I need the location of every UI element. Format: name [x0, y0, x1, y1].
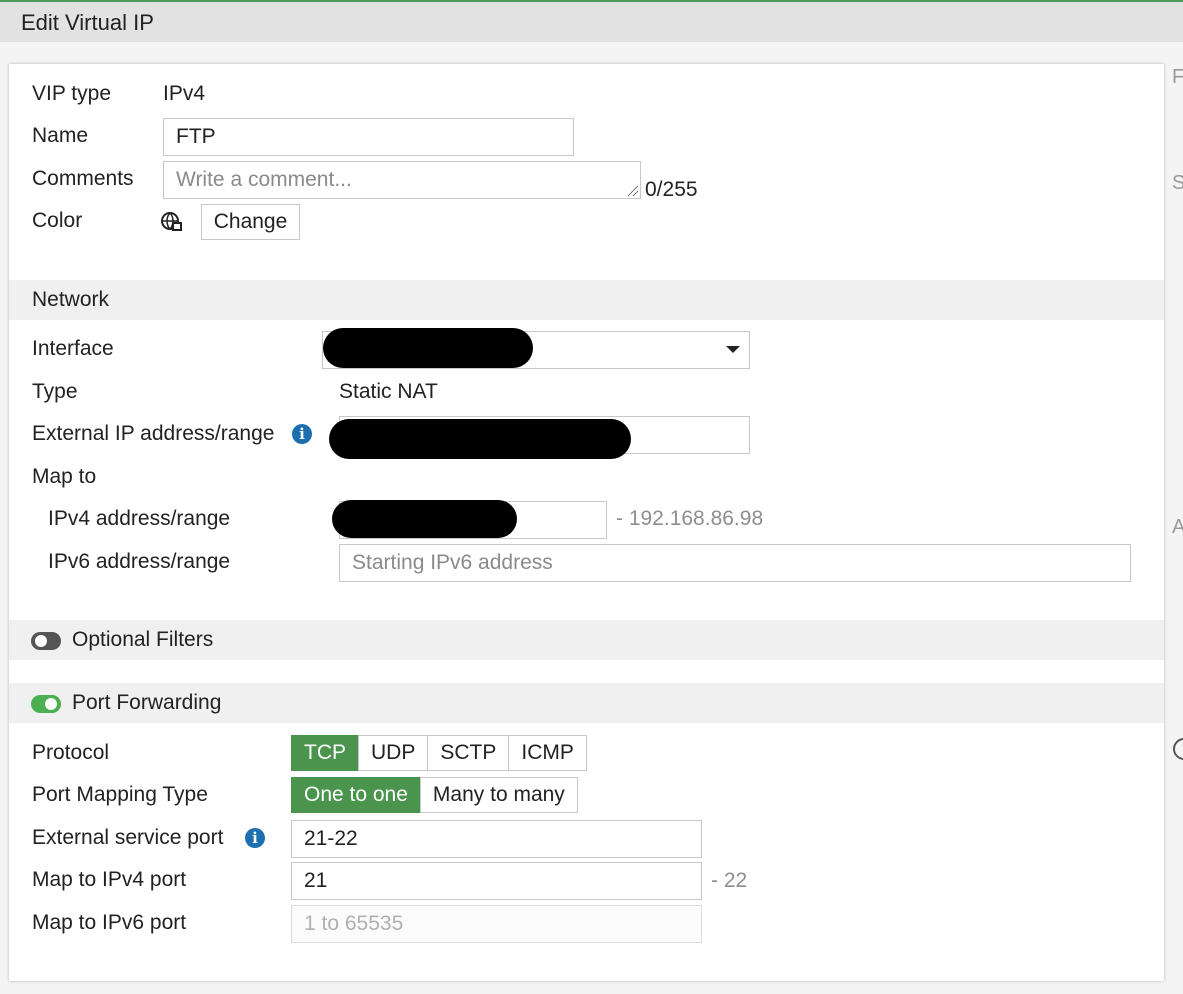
chevron-down-icon: [726, 346, 740, 353]
right-panel-fragment-1: F: [1172, 66, 1183, 88]
map-ipv6-port-label: Map to IPv6 port: [32, 911, 187, 934]
protocol-option-udp[interactable]: UDP: [358, 735, 429, 771]
map-ipv6-port-input[interactable]: 1 to 65535: [291, 905, 702, 943]
ipv4-range-end: - 192.168.86.98: [616, 507, 764, 530]
port-forwarding-section: Port Forwarding: [9, 683, 1164, 723]
external-port-info-icon[interactable]: i: [245, 828, 265, 848]
edit-vip-form: VIP type IPv4 Name FTP Comments Write a …: [9, 64, 1164, 981]
map-ipv4-port-label: Map to IPv4 port: [32, 868, 187, 891]
map-ipv4-port-end: - 22: [711, 869, 748, 892]
mapping-option-one-to-one[interactable]: One to one: [291, 777, 421, 813]
dialog-header: Edit Virtual IP: [0, 0, 1183, 42]
protocol-option-tcp[interactable]: TCP: [291, 735, 359, 771]
ipv4-range-label: IPv4 address/range: [48, 507, 231, 530]
vip-type-label: VIP type: [32, 82, 111, 105]
map-ipv4-port-input[interactable]: 21: [291, 862, 702, 900]
comments-placeholder: Write a comment...: [176, 168, 352, 191]
optional-filters-section: Optional Filters: [9, 620, 1164, 660]
vip-type-value: IPv4: [163, 82, 206, 105]
mapping-option-many-to-many[interactable]: Many to many: [419, 777, 578, 813]
protocol-selector: TCP UDP SCTP ICMP: [291, 735, 587, 771]
port-mapping-selector: One to one Many to many: [291, 777, 578, 813]
map-to-label: Map to: [32, 465, 97, 488]
network-section-title: Network: [32, 288, 110, 311]
type-value: Static NAT: [339, 380, 438, 403]
dialog-title: Edit Virtual IP: [21, 10, 154, 35]
external-service-port-label: External service port: [32, 826, 224, 849]
ipv6-range-input[interactable]: Starting IPv6 address: [339, 544, 1131, 582]
network-section-header: Network: [9, 280, 1164, 320]
color-swatch-icon: [161, 212, 182, 231]
comments-counter: 0/255: [645, 178, 698, 201]
comments-label: Comments: [32, 167, 134, 190]
right-panel-circle-icon: [1173, 738, 1183, 760]
color-label: Color: [32, 209, 83, 232]
optional-filters-title: Optional Filters: [72, 628, 214, 651]
redacted-interface: [323, 328, 533, 368]
right-panel-fragment-3: A: [1172, 516, 1183, 538]
external-service-port-input[interactable]: 21-22: [291, 820, 702, 858]
redacted-ipv4: [332, 500, 517, 538]
redacted-external-ip: [329, 419, 631, 459]
port-forwarding-title: Port Forwarding: [72, 691, 222, 714]
optional-filters-toggle[interactable]: [31, 632, 61, 650]
ipv6-range-label: IPv6 address/range: [48, 550, 231, 573]
external-ip-info-icon[interactable]: i: [292, 424, 312, 444]
change-color-button[interactable]: Change: [201, 204, 300, 240]
protocol-option-icmp[interactable]: ICMP: [508, 735, 587, 771]
port-mapping-type-label: Port Mapping Type: [32, 783, 208, 806]
name-input[interactable]: FTP: [163, 118, 574, 156]
name-label: Name: [32, 124, 89, 147]
port-forwarding-toggle[interactable]: [31, 695, 61, 713]
resize-handle-icon[interactable]: [628, 186, 638, 196]
interface-label: Interface: [32, 337, 114, 360]
type-label: Type: [32, 380, 78, 403]
external-ip-label: External IP address/range: [32, 422, 275, 445]
protocol-option-sctp[interactable]: SCTP: [427, 735, 510, 771]
right-panel-fragment-2: S: [1172, 172, 1183, 194]
comments-textarea[interactable]: Write a comment...: [163, 161, 641, 199]
protocol-label: Protocol: [32, 741, 110, 764]
